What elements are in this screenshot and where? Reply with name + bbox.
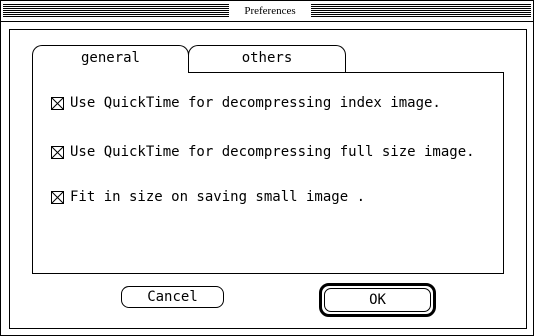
ok-button[interactable]: OK <box>324 288 431 312</box>
option-quicktime-full[interactable]: Use QuickTime for decompressing full siz… <box>51 142 475 162</box>
tab-general[interactable]: general <box>32 45 189 73</box>
option-quicktime-index[interactable]: Use QuickTime for decompressing index im… <box>51 93 441 113</box>
checkbox-quicktime-index[interactable] <box>51 96 64 110</box>
checkbox-quicktime-full[interactable] <box>51 145 64 159</box>
cancel-button[interactable]: Cancel <box>121 286 224 308</box>
checkmark-x-icon <box>52 191 63 203</box>
option-fit-in-size[interactable]: Fit in size on saving small image . <box>51 187 365 207</box>
ok-button-default-ring[interactable]: OK <box>319 283 436 317</box>
title-bar[interactable]: Preferences <box>1 1 533 22</box>
checkmark-x-icon <box>52 146 63 158</box>
tab-panel-general: Use QuickTime for decompressing index im… <box>32 72 504 274</box>
title-bar-stripes-right <box>311 4 531 17</box>
checkmark-x-icon <box>52 97 63 109</box>
option-label: Use QuickTime for decompressing full siz… <box>70 144 475 160</box>
option-label: Fit in size on saving small image . <box>70 189 366 205</box>
checkbox-fit-in-size[interactable] <box>51 190 64 204</box>
window-title: Preferences <box>229 2 311 20</box>
option-label: Use QuickTime for decompressing index im… <box>70 95 441 111</box>
tab-others[interactable]: others <box>188 45 346 72</box>
preferences-dialog: Preferences general others Use QuickTime… <box>0 0 534 336</box>
content-area: general others Use QuickTime for decompr… <box>9 29 527 329</box>
title-bar-stripes-left <box>3 4 229 17</box>
